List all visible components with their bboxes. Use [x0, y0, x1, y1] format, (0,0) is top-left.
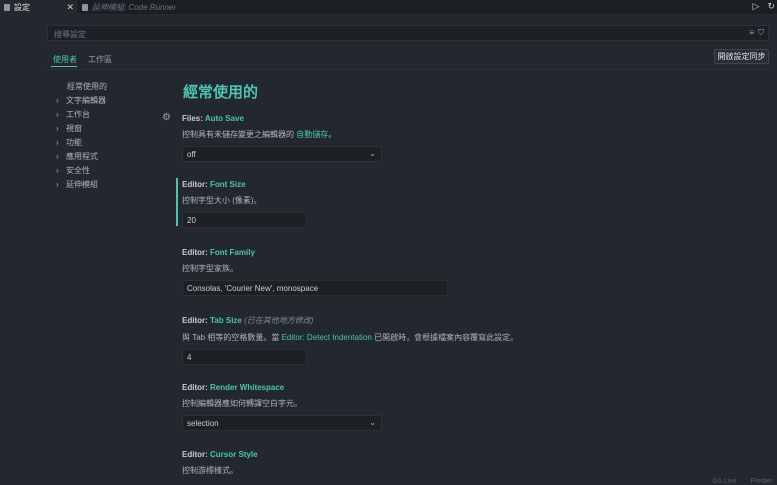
chevron-right-icon: › — [56, 123, 59, 133]
prettier-status[interactable]: Prettier — [750, 478, 773, 485]
editor-actions: ▷ ↻ — [753, 1, 775, 12]
toc-item-application[interactable]: › 應用程式 — [56, 149, 166, 163]
desc-text: 。 — [328, 130, 337, 139]
setting-cursor-style: Editor: Cursor Style 控制游標樣式。 — [182, 450, 382, 476]
setting-category: Editor: — [182, 180, 210, 189]
toc-item-window[interactable]: › 視窗 — [56, 121, 166, 135]
setting-name: Auto Save — [204, 114, 244, 123]
setting-description: 控制游標樣式。 — [182, 466, 238, 475]
chevron-right-icon: › — [56, 109, 59, 119]
tab-settings-label: 設定 — [14, 2, 30, 12]
setting-category: Editor: — [182, 450, 210, 459]
close-icon[interactable]: ✕ — [66, 2, 74, 13]
clear-list-icon[interactable]: ≡ — [749, 28, 754, 38]
tab-size-input[interactable]: 4 — [182, 349, 307, 365]
toc-item-label: 文字編輯器 — [66, 95, 106, 105]
setting-description: 控制字型家族。 — [182, 264, 238, 273]
font-size-input[interactable]: 20 — [182, 212, 307, 228]
toc-item-workbench[interactable]: › 工作台 — [56, 107, 166, 121]
setting-category: Editor: — [182, 248, 210, 257]
setting-category: Editor: — [182, 383, 210, 392]
setting-render-whitespace: Editor: Render Whitespace 控制編輯器應如何轉譯空白字元… — [182, 383, 382, 431]
setting-auto-save: Files: Auto Save 控制具有未儲存變更之編輯器的 自動儲存。 of… — [182, 114, 382, 162]
setting-title: Editor: Tab Size (已在其他地方修改) — [182, 315, 542, 326]
toc-item-label: 視窗 — [66, 123, 82, 133]
divider — [47, 69, 769, 70]
toc-item-extensions[interactable]: › 延伸模組 — [56, 177, 166, 191]
settings-file-icon — [4, 3, 10, 11]
tab-settings[interactable]: 設定 ✕ — [0, 0, 78, 14]
setting-description: 與 Tab 相等的空格數量。當 Editor: Detect Indentati… — [182, 332, 542, 343]
settings-sync-button[interactable]: 開啟設定同步 — [714, 49, 769, 64]
chevron-down-icon: ⌄ — [369, 149, 376, 158]
toc-item-label: 應用程式 — [66, 151, 98, 161]
setting-name: Tab Size — [210, 316, 242, 325]
setting-description: 控制字型大小 (像素)。 — [182, 196, 262, 205]
focused-setting-indicator — [176, 178, 178, 226]
input-value: 20 — [187, 215, 196, 225]
font-family-input[interactable]: Consolas, 'Courier New', monospace — [182, 280, 448, 296]
chevron-right-icon: › — [56, 95, 59, 105]
chevron-right-icon: › — [56, 137, 59, 147]
setting-title: Editor: Cursor Style — [182, 450, 382, 459]
setting-name: Render Whitespace — [210, 383, 285, 392]
desc-text: 控制具有未儲存變更之編輯器的 — [182, 130, 297, 139]
gear-icon[interactable]: ⚙ — [162, 112, 171, 123]
active-tab-indicator — [51, 66, 77, 67]
setting-font-family: Editor: Font Family 控制字型家族。 Consolas, 'C… — [182, 248, 450, 296]
toc-item-security[interactable]: › 安全性 — [56, 163, 166, 177]
section-heading: 經常使用的 — [183, 84, 259, 101]
extension-file-icon — [82, 3, 88, 11]
filter-icon[interactable]: ⛉ — [758, 28, 764, 38]
toc-item-text-editor[interactable]: › 文字編輯器 — [56, 93, 166, 107]
render-whitespace-select[interactable]: selection ⌄ — [182, 415, 382, 431]
toc-item-label: 安全性 — [66, 165, 90, 175]
setting-title: Editor: Font Size — [182, 180, 382, 189]
chevron-right-icon: › — [56, 165, 59, 175]
chevron-right-icon: › — [56, 179, 59, 189]
tab-workspace[interactable]: 工作區 — [88, 54, 112, 65]
auto-save-select[interactable]: off ⌄ — [182, 146, 382, 162]
setting-title: Files: Auto Save — [182, 114, 382, 123]
setting-font-size: Editor: Font Size 控制字型大小 (像素)。 20 — [182, 180, 382, 228]
input-value: Consolas, 'Courier New', monospace — [187, 283, 319, 293]
settings-search-box: ≡ ⛉ — [47, 25, 769, 41]
tab-extension-code-runner[interactable]: 延伸模組: Code Runner — [78, 0, 180, 14]
tab-extension-label: 延伸模組: Code Runner — [92, 2, 177, 12]
run-icon[interactable]: ▷ — [753, 1, 760, 12]
detect-indentation-link[interactable]: Editor: Detect Indentation — [282, 333, 372, 342]
desc-text: 與 Tab 相等的空格數量。當 — [182, 333, 282, 342]
setting-name: Font Family — [210, 248, 255, 257]
toc-item-label: 工作台 — [66, 109, 90, 119]
desc-text: 已開啟時，會根據檔案內容覆寫此設定。 — [371, 333, 519, 342]
setting-name: Cursor Style — [210, 450, 258, 459]
select-value: selection — [187, 418, 219, 428]
modified-elsewhere-label[interactable]: (已在其他地方修改) — [244, 316, 313, 325]
go-live-status[interactable]: Go Live — [712, 478, 736, 485]
settings-toc: 經常使用的 › 文字編輯器 › 工作台 › 視窗 › 功能 › 應用程式 › 安… — [56, 79, 166, 191]
toc-item-commonly-used[interactable]: 經常使用的 — [56, 79, 166, 93]
select-value: off — [187, 149, 196, 159]
setting-title: Editor: Render Whitespace — [182, 383, 382, 392]
toc-item-features[interactable]: › 功能 — [56, 135, 166, 149]
open-settings-json-icon[interactable]: ↻ — [767, 1, 775, 12]
status-bar-items: Go Live Prettier — [712, 478, 773, 485]
setting-title: Editor: Font Family — [182, 248, 450, 257]
tab-user[interactable]: 使用者 — [53, 54, 77, 65]
chevron-down-icon: ⌄ — [369, 418, 376, 427]
toc-item-label: 功能 — [66, 137, 82, 147]
editor-tab-bar: 設定 ✕ 延伸模組: Code Runner ▷ ↻ — [0, 0, 777, 14]
setting-category: Files: — [182, 114, 205, 123]
chevron-right-icon: › — [56, 151, 59, 161]
search-input[interactable] — [52, 27, 736, 41]
setting-category: Editor: — [182, 316, 210, 325]
setting-name: Font Size — [210, 180, 246, 189]
setting-description: 控制編輯器應如何轉譯空白字元。 — [182, 399, 302, 408]
setting-tab-size: Editor: Tab Size (已在其他地方修改) 與 Tab 相等的空格數… — [182, 315, 542, 365]
toc-item-label: 經常使用的 — [67, 81, 107, 91]
setting-description: 控制具有未儲存變更之編輯器的 自動儲存。 — [182, 129, 382, 140]
auto-save-link[interactable]: 自動儲存 — [296, 130, 328, 139]
toc-item-label: 延伸模組 — [66, 179, 98, 189]
input-value: 4 — [187, 352, 192, 362]
